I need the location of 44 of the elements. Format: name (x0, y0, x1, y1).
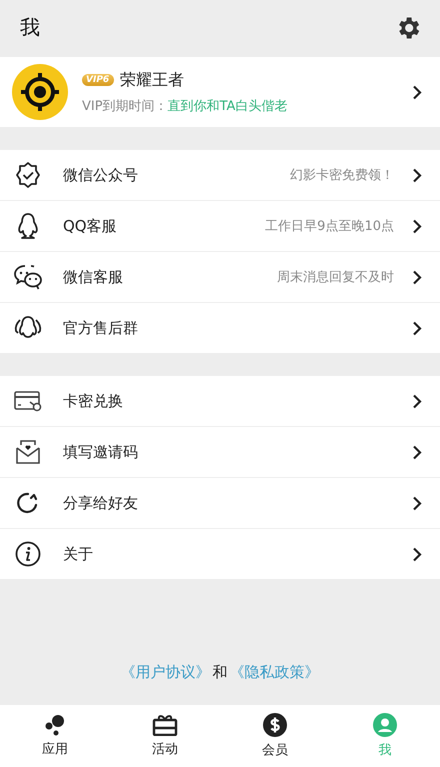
badge-check-icon (14, 161, 42, 189)
user-icon (373, 713, 397, 737)
chevron-icon (412, 546, 422, 562)
menu-label: 卡密兑换 (63, 392, 124, 410)
menu-hint: 幻影卡密免费领！ (290, 167, 394, 184)
envelope-heart-icon (14, 438, 42, 466)
tab-label: 我 (378, 742, 392, 759)
tab-label: 活动 (152, 741, 178, 758)
expiry-value: 直到你和TA白头偕老 (168, 98, 288, 114)
dots-icon (43, 714, 67, 736)
gift-box-icon (152, 714, 178, 736)
menu-label: 填写邀请码 (63, 442, 139, 462)
chevron-icon (412, 168, 422, 182)
page-title: 我 (20, 14, 40, 41)
chevron-icon (412, 496, 422, 510)
expiry-label: VIP到期时间： (82, 98, 168, 114)
vip-badge: VIP6 (82, 74, 114, 86)
chat-bubbles-icon (13, 263, 43, 291)
chevron-icon (412, 394, 422, 408)
menu-label: 官方售后群 (63, 318, 139, 338)
chevron-icon (412, 218, 422, 234)
user-name: 荣耀王者 (120, 70, 184, 90)
tab[interactable]: 活动 (110, 705, 220, 767)
menu-hint: 工作日早9点至晚10点 (265, 218, 394, 235)
chevron-icon (412, 270, 422, 284)
dollar-coin-icon (263, 713, 287, 737)
card-icon (13, 389, 43, 413)
tab-label: 会员 (262, 742, 288, 759)
tab-label: 应用 (42, 741, 68, 758)
tab[interactable]: 会员 (220, 705, 330, 767)
menu-label: 分享给好友 (63, 494, 139, 512)
tab[interactable]: 应用 (0, 705, 110, 767)
footer-joiner: 和 (212, 662, 228, 682)
menu-label: 关于 (63, 544, 94, 564)
penguin-icon (16, 212, 40, 240)
menu-label: QQ客服 (63, 216, 118, 236)
info-icon (14, 540, 42, 568)
chevron-icon (412, 84, 422, 100)
chevron-icon (412, 320, 422, 336)
avatar-target-icon[interactable] (12, 64, 68, 120)
menu-label: 微信公众号 (63, 166, 139, 184)
menu-hint: 周末消息回复不及时 (277, 269, 394, 286)
chevron-icon (412, 444, 422, 460)
menu-label: 微信客服 (63, 268, 124, 286)
